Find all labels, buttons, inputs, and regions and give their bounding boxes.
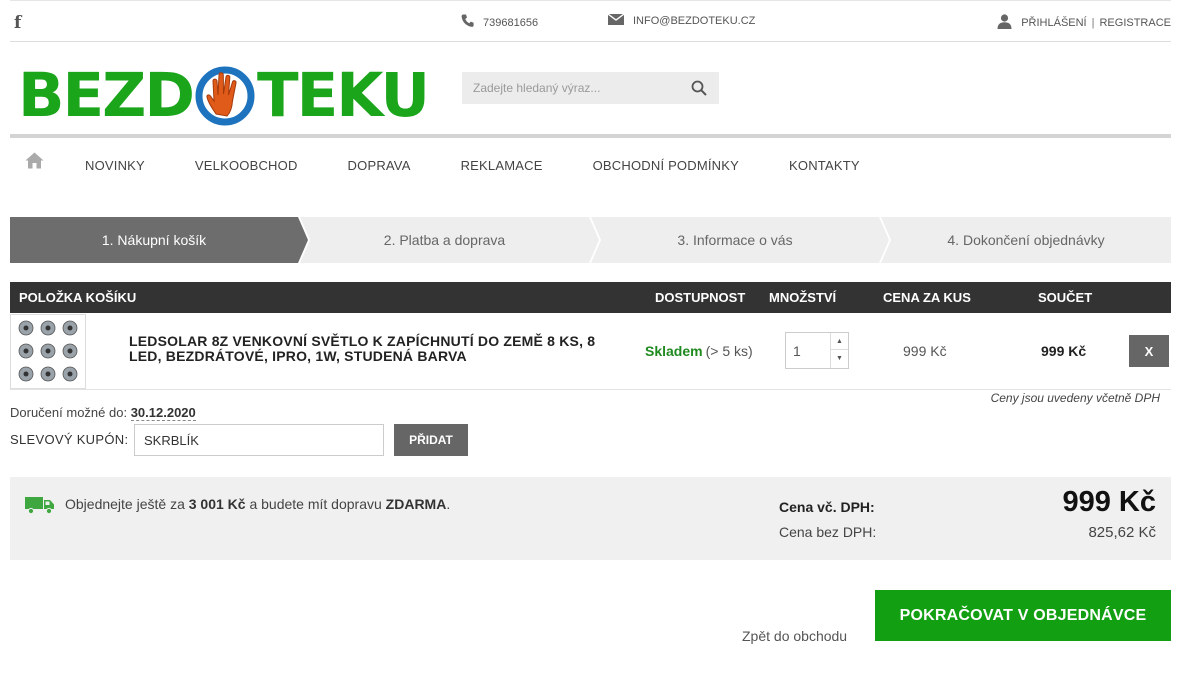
phone-contact[interactable]: 739681656: [461, 14, 538, 31]
unit-price: 999 Kč: [903, 343, 947, 359]
vat-note: Ceny jsou uvedeny včetně DPH: [990, 391, 1160, 405]
top-bar: f 739681656 INFO@BEZDOTEKU.CZ PŘIHLÁŠENÍ…: [10, 0, 1171, 42]
step-label: 4. Dokončení objednávky: [947, 232, 1105, 248]
site-logo[interactable]: BEZD TEKU: [18, 59, 430, 131]
coupon-label: SLEVOVÝ KUPÓN:: [10, 432, 129, 447]
nav-item-kontakty[interactable]: KONTAKTY: [789, 158, 860, 173]
delivery-date: 30.12.2020: [130, 405, 196, 421]
home-icon[interactable]: [25, 152, 44, 174]
row-total: 999 Kč: [1041, 343, 1087, 359]
nav-item-reklamace[interactable]: REKLAMACE: [461, 158, 543, 173]
free-shipping-prefix: Objednejte ještě za: [65, 496, 185, 512]
price-without-vat: 825,62 Kč: [1088, 524, 1156, 541]
logo-text-right: TEKU: [257, 59, 430, 131]
search-input[interactable]: [462, 72, 672, 104]
user-icon: [997, 14, 1012, 32]
product-name[interactable]: LEDSOLAR 8Z VENKOVNÍ SVĚTLO K ZAPÍCHNUTÍ…: [129, 334, 609, 364]
truck-icon: [25, 496, 55, 519]
delivery-info: Doručení možné do: 30.12.2020: [10, 405, 196, 421]
continue-order-button[interactable]: POKRAČOVAT V OBJEDNÁVCE: [875, 590, 1171, 641]
availability-detail: (> 5 ks): [705, 343, 753, 359]
search-box: [462, 72, 719, 104]
search-icon[interactable]: [691, 80, 707, 96]
nav-item-velkoobchod[interactable]: VELKOOBCHOD: [195, 158, 298, 173]
logo-hand-icon: [194, 64, 256, 126]
availability: Skladem (> 5 ks): [645, 343, 753, 359]
header-availability: DOSTUPNOST: [655, 290, 746, 305]
header-quantity: MNOŽSTVÍ: [769, 290, 837, 305]
step-payment-shipping[interactable]: 2. Platba a doprava: [300, 217, 599, 263]
increment-icon[interactable]: ▲: [831, 333, 848, 350]
nav-item-obchodni-podminky[interactable]: OBCHODNÍ PODMÍNKY: [593, 158, 739, 173]
email-address[interactable]: INFO@BEZDOTEKU.CZ: [633, 15, 755, 27]
checkout-steps: 1. Nákupní košík 2. Platba a doprava 3. …: [10, 217, 1171, 263]
header-item: POLOŽKA KOŠÍKU: [19, 290, 137, 305]
login-link[interactable]: PŘIHLÁŠENÍ: [1021, 17, 1086, 29]
step-label: 2. Platba a doprava: [383, 232, 506, 248]
order-summary: Objednejte ještě za 3 001 Kč a budete mí…: [10, 477, 1171, 560]
quantity-stepper[interactable]: ▲ ▼: [785, 332, 849, 369]
main-nav: NOVINKY VELKOOBCHOD DOPRAVA REKLAMACE OB…: [10, 150, 910, 180]
email-contact[interactable]: INFO@BEZDOTEKU.CZ: [607, 13, 755, 28]
coupon-input[interactable]: [134, 424, 384, 456]
nav-item-doprava[interactable]: DOPRAVA: [348, 158, 411, 173]
availability-status: Skladem: [645, 343, 703, 359]
free-shipping-middle: a budete mít dopravu: [249, 496, 382, 512]
quantity-input[interactable]: [786, 333, 830, 368]
phone-number[interactable]: 739681656: [483, 17, 538, 29]
auth-links: PŘIHLÁŠENÍ | REGISTRACE: [997, 14, 1171, 32]
price-with-vat-label: Cena vč. DPH:: [779, 499, 875, 515]
step-order-complete[interactable]: 4. Dokončení objednávky: [881, 217, 1171, 263]
product-thumbnail[interactable]: [10, 314, 86, 389]
price-with-vat: 999 Kč: [1062, 486, 1156, 518]
step-cart[interactable]: 1. Nákupní košík: [10, 217, 308, 263]
facebook-icon[interactable]: f: [14, 13, 21, 33]
header-total: SOUČET: [1038, 290, 1093, 305]
auth-separator: |: [1091, 17, 1095, 29]
header-divider: [10, 134, 1171, 138]
nav-item-novinky[interactable]: NOVINKY: [85, 158, 145, 173]
cart-row: LEDSOLAR 8Z VENKOVNÍ SVĚTLO K ZAPÍCHNUTÍ…: [10, 313, 1171, 390]
free-shipping-message: Objednejte ještě za 3 001 Kč a budete mí…: [65, 496, 450, 512]
add-coupon-button[interactable]: PŘIDAT: [394, 424, 468, 456]
free-shipping-suffix: .: [446, 496, 451, 512]
free-shipping-amount: 3 001 Kč: [188, 496, 246, 512]
back-to-shop-link[interactable]: Zpět do obchodu: [742, 628, 847, 644]
step-customer-info[interactable]: 3. Informace o vás: [591, 217, 889, 263]
price-without-vat-label: Cena bez DPH:: [779, 524, 877, 540]
phone-icon: [461, 14, 474, 31]
logo-text-left: BEZD: [18, 59, 195, 131]
envelope-icon: [607, 13, 625, 28]
step-label: 3. Informace o vás: [677, 232, 793, 248]
step-label: 1. Nákupní košík: [101, 232, 207, 248]
remove-item-button[interactable]: X: [1129, 335, 1169, 367]
cart-table-header: POLOŽKA KOŠÍKU DOSTUPNOST MNOŽSTVÍ CENA …: [10, 282, 1171, 313]
register-link[interactable]: REGISTRACE: [1099, 17, 1171, 29]
decrement-icon[interactable]: ▼: [831, 350, 848, 367]
header-unit-price: CENA ZA KUS: [883, 290, 971, 305]
delivery-label: Doručení možné do:: [10, 405, 128, 420]
free-shipping-word: ZDARMA: [385, 496, 447, 512]
